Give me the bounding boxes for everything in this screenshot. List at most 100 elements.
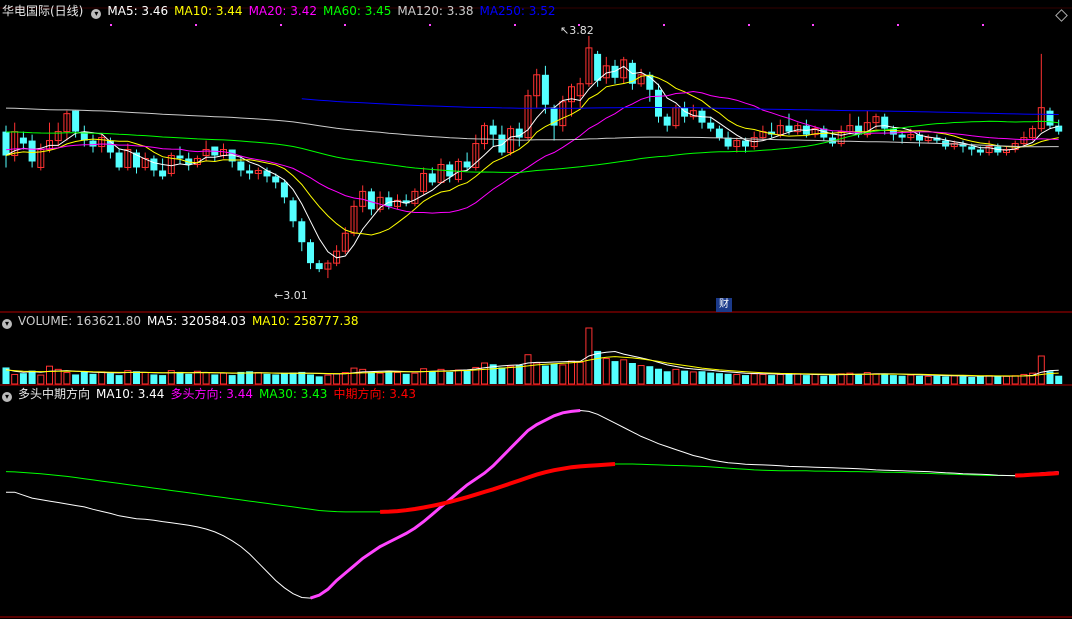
volume-bar [707, 372, 715, 384]
direction-indicator-2: MA30: 3.43 [259, 387, 328, 401]
candle-body [159, 170, 167, 177]
signal-dot [110, 24, 112, 26]
candle-body [541, 74, 549, 105]
volume-indicator-list: VOLUME: 163621.80 MA5: 320584.03 MA10: 258… [18, 314, 365, 328]
volume-bar [89, 373, 97, 384]
settings-dropdown-icon[interactable]: ▾ [2, 392, 12, 402]
volume-bar [19, 373, 27, 384]
volume-bar [402, 373, 410, 384]
volume-bar [428, 371, 436, 384]
stock-chart-canvas[interactable] [0, 0, 1072, 619]
candle-body [19, 137, 27, 144]
high-price-annotation: ↖3.82 [560, 24, 594, 37]
volume-bar [655, 368, 662, 384]
volume-bar [106, 373, 114, 384]
volume-bar [63, 372, 71, 385]
volume-indicator-2: MA10: 258777.38 [251, 314, 359, 328]
direction-indicator-1: 多头方向: 3.44 [170, 387, 254, 401]
volume-bar [307, 374, 314, 384]
volume-bar [420, 368, 428, 385]
volume-bar [698, 371, 706, 384]
candle-body [280, 182, 288, 198]
signal-dot [514, 24, 516, 26]
candle-body [307, 242, 314, 264]
volume-bar [568, 360, 575, 385]
volume-bar [550, 363, 558, 384]
volume-bar [463, 370, 471, 384]
finance-event-badge[interactable]: 财 [716, 298, 732, 312]
volume-bar [916, 375, 923, 384]
volume-bar [376, 372, 384, 385]
volume-bar [611, 361, 619, 384]
volume-bar [742, 375, 749, 384]
volume-bar [289, 372, 297, 384]
volume-bar [115, 375, 123, 384]
volume-bar [481, 362, 488, 385]
volume-bar [855, 374, 863, 384]
volume-bar [759, 373, 767, 385]
volume-bar [689, 371, 697, 385]
candle-body [498, 134, 506, 153]
signal-dot [280, 24, 282, 26]
volume-bar [837, 373, 845, 385]
price-indicator-0: MA5: 3.46 [107, 4, 169, 18]
volume-bar [881, 374, 889, 384]
volume-bar [829, 375, 836, 384]
candle-body [707, 122, 715, 129]
volume-bar [994, 376, 1002, 384]
volume-bar [272, 374, 280, 384]
volume-bar [46, 365, 53, 385]
volume-bar [872, 373, 880, 385]
volume-bar [37, 374, 45, 385]
volume-bar [889, 375, 897, 384]
candle-body [150, 158, 158, 171]
volume-bar [72, 374, 80, 384]
volume-bar [524, 354, 532, 385]
volume-indicator-0: VOLUME: 163621.80 [18, 314, 141, 328]
candle-body [881, 116, 889, 129]
volume-bar [663, 371, 671, 384]
volume-bar [681, 370, 689, 384]
settings-dropdown-icon[interactable]: ▾ [91, 9, 102, 19]
candle-body [115, 152, 123, 168]
volume-bar [446, 371, 454, 384]
volume-bar [776, 373, 784, 385]
candle-body [655, 89, 662, 117]
signal-dot [344, 24, 346, 26]
volume-bar [98, 371, 106, 385]
volume-bar [341, 372, 349, 385]
settings-dropdown-icon[interactable]: ▾ [2, 319, 12, 329]
mid-direction-segment [380, 462, 616, 514]
price-indicator-1: MA10: 3.44 [174, 4, 243, 18]
volume-bar [907, 374, 915, 385]
candle-body [976, 149, 984, 153]
candle-body [463, 161, 471, 168]
volume-bar [11, 373, 19, 385]
volume-bar [1003, 375, 1010, 385]
direction-panel-title: 多头中期方向 [18, 387, 91, 401]
volume-bar [811, 373, 819, 385]
stock-name-title: 华电国际(日线) [2, 4, 84, 18]
candle-body [246, 170, 254, 174]
candle-body [289, 200, 297, 222]
candle-body [785, 125, 793, 132]
volume-bar [959, 376, 967, 384]
volume-bar [28, 370, 36, 384]
volume-bar [211, 374, 219, 384]
volume-bar [576, 361, 584, 385]
signal-dot [748, 24, 750, 26]
volume-ma10-line [5, 356, 1059, 377]
volume-bar [133, 371, 140, 384]
volume-bar [898, 375, 906, 384]
volume-bar [263, 373, 271, 384]
volume-bar [950, 375, 958, 385]
volume-bar [1055, 375, 1063, 384]
volume-bar [924, 375, 932, 385]
direction-panel-header: ▾ 多头中期方向 MA10: 3.44 多头方向: 3.44 MA30: 3.43 中期方… [0, 386, 428, 402]
volume-bar [768, 375, 776, 384]
volume-bar [202, 372, 210, 385]
price-indicator-2: MA20: 3.42 [248, 4, 317, 18]
volume-bar [628, 363, 636, 384]
volume-bar [333, 373, 341, 385]
candle-body [898, 134, 906, 138]
